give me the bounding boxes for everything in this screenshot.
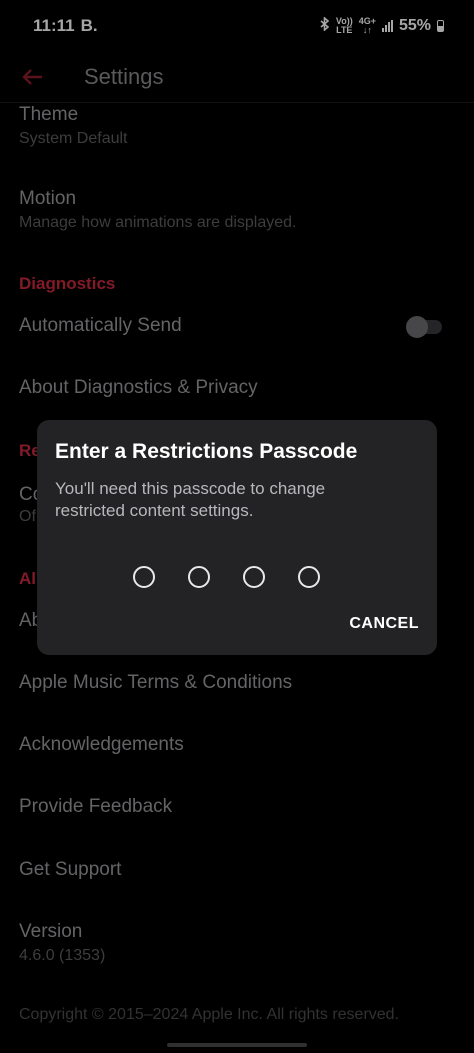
- dialog-title: Enter a Restrictions Passcode: [55, 440, 358, 463]
- passcode-dot-2: [188, 566, 210, 588]
- passcode-dots[interactable]: [133, 566, 320, 588]
- cancel-button[interactable]: CANCEL: [349, 615, 419, 633]
- passcode-dot-4: [298, 566, 320, 588]
- passcode-dialog: Enter a Restrictions Passcode You'll nee…: [37, 420, 437, 655]
- passcode-dot-1: [133, 566, 155, 588]
- passcode-dot-3: [243, 566, 265, 588]
- dialog-message: You'll need this passcode to change rest…: [55, 479, 326, 520]
